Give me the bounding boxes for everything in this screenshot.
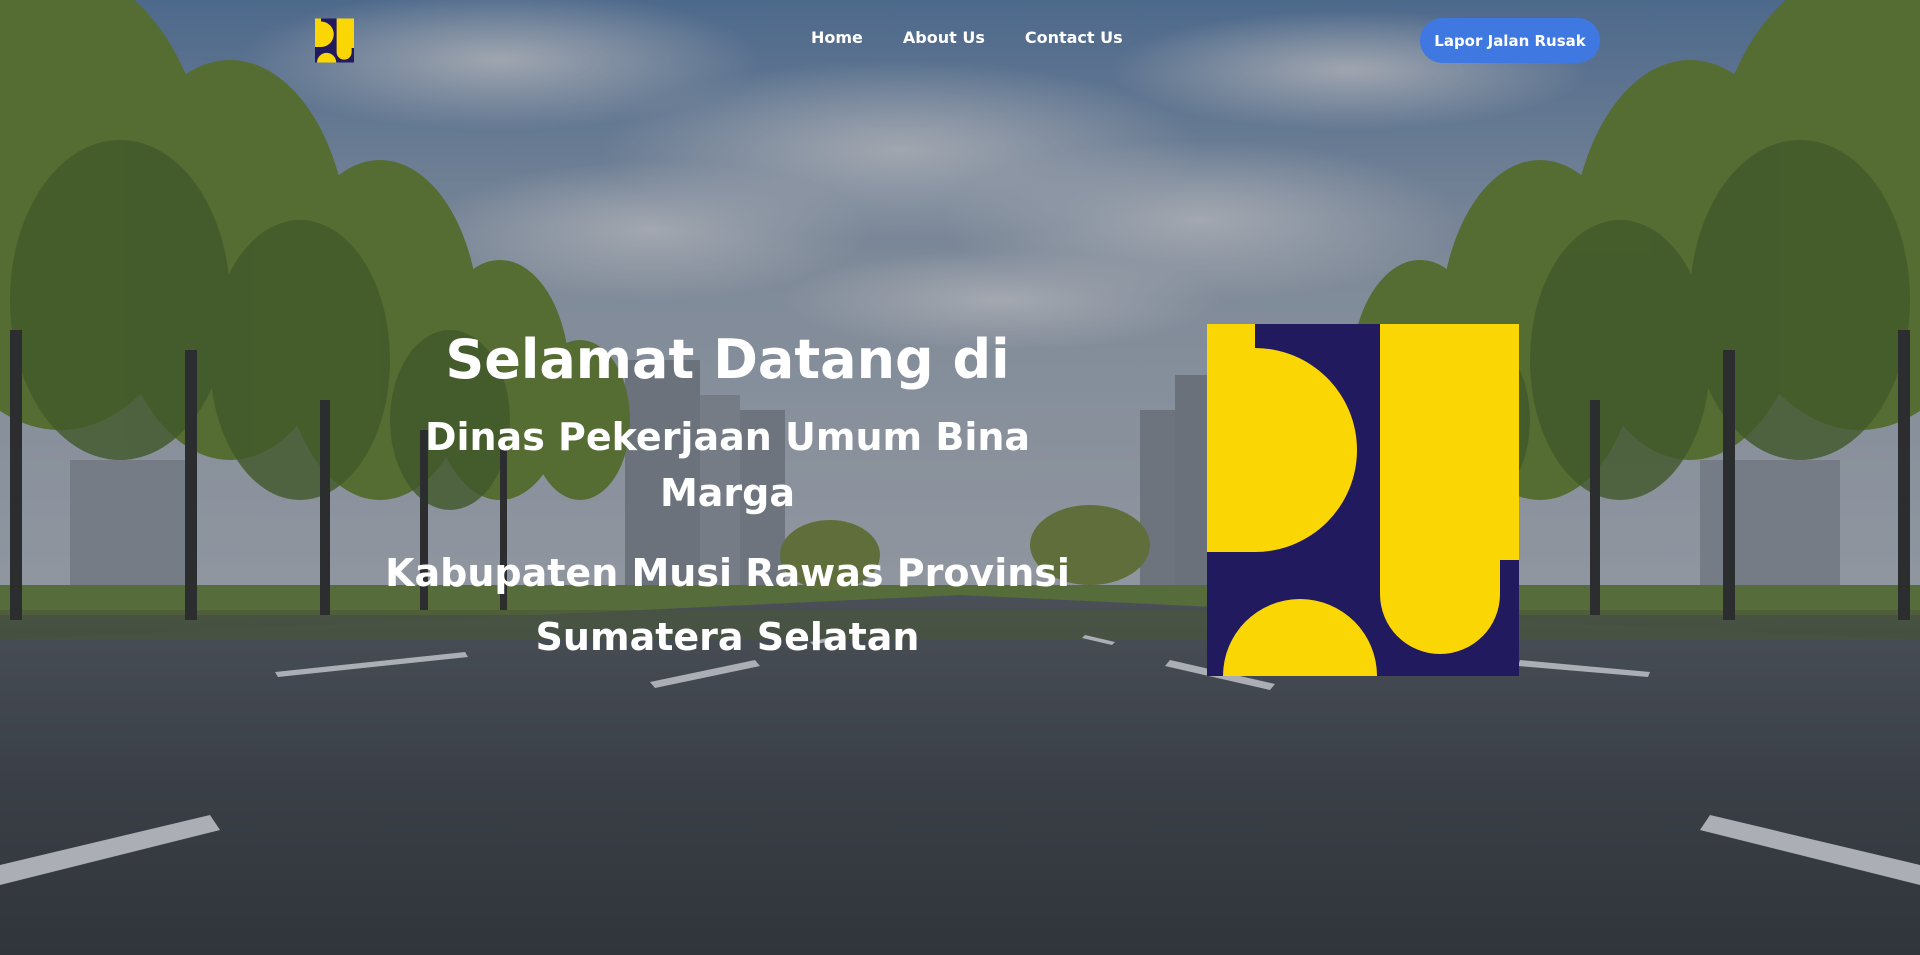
hero-subtitle: Dinas Pekerjaan Umum Bina Marga: [424, 415, 1031, 515]
hero-headline: Selamat Datang di Dinas Pekerjaan Umum B…: [370, 322, 1085, 669]
nav-link-contact-us[interactable]: Contact Us: [1025, 28, 1123, 47]
main-nav: Home About Us Contact Us: [811, 28, 1123, 47]
hero-title: Selamat Datang di: [445, 328, 1010, 391]
lapor-jalan-rusak-button[interactable]: Lapor Jalan Rusak: [1420, 18, 1600, 63]
hero-region: Kabupaten Musi Rawas Provinsi Sumatera S…: [385, 551, 1070, 659]
pu-logo-large-icon: [1207, 324, 1519, 676]
nav-link-about-us[interactable]: About Us: [903, 28, 985, 47]
hero-section: Home About Us Contact Us Lapor Jalan Rus…: [0, 0, 1920, 955]
pu-logo-icon[interactable]: [315, 18, 354, 63]
nav-link-home[interactable]: Home: [811, 28, 863, 47]
